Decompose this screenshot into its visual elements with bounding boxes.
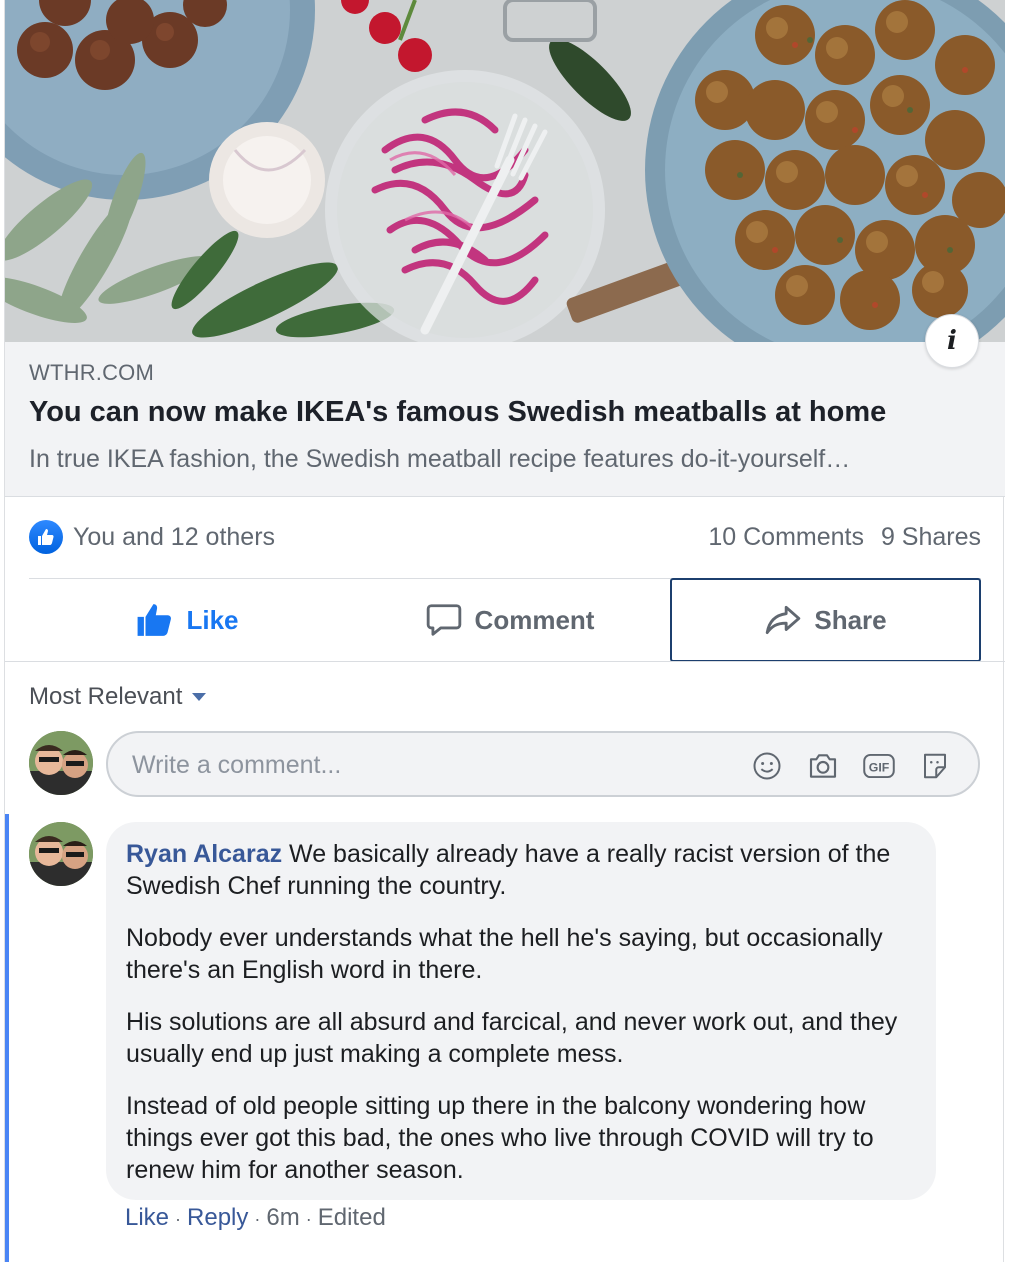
info-icon[interactable]: i <box>925 314 979 368</box>
share-label: Share <box>814 604 887 635</box>
caret-down-icon <box>192 693 207 701</box>
post-card: i WTHR.COM You can now make IKEA's famou… <box>4 0 1005 1262</box>
divider <box>5 661 1005 662</box>
thumbs-up-icon <box>138 604 172 636</box>
reactions-bar: You and 12 others 10 Comments 9 Shares <box>29 518 981 558</box>
comments-count[interactable]: 10 Comments <box>708 523 864 551</box>
comment-paragraph: Ryan Alcaraz We basically already have a… <box>126 838 914 902</box>
gif-icon[interactable]: GIF <box>862 749 896 783</box>
comment-label: Comment <box>474 604 595 635</box>
action-bar: Like Comment Share <box>29 578 981 662</box>
comment-actions: Like · Reply · 6m · Edited <box>125 1204 386 1232</box>
comment-sort-dropdown[interactable]: Most Relevant <box>29 683 207 711</box>
comment-paragraph: Nobody ever understands what the hell he… <box>126 924 883 984</box>
link-domain: WTHR.COM <box>29 360 155 385</box>
like-label: Like <box>186 604 239 635</box>
food-photo <box>5 0 1005 342</box>
svg-text:GIF: GIF <box>869 761 890 775</box>
comment-icon <box>426 604 461 636</box>
link-preview[interactable]: WTHR.COM You can now make IKEA's famous … <box>5 342 1005 497</box>
comment-highlight-bar <box>5 814 9 1262</box>
like-reaction-icon[interactable] <box>29 520 63 554</box>
comment-paragraph: Instead of old people sitting up there i… <box>126 1092 874 1184</box>
comment-button[interactable]: Comment <box>351 579 668 661</box>
comment-timestamp[interactable]: 6m <box>266 1204 299 1231</box>
avatar-photo <box>29 731 93 795</box>
separator: · <box>254 1209 261 1229</box>
reaction-summary[interactable]: You and 12 others <box>73 523 275 552</box>
comment-paragraph: His solutions are all absurd and farcica… <box>126 1008 898 1068</box>
comment-author-link[interactable]: Ryan Alcaraz <box>126 840 282 868</box>
camera-icon[interactable] <box>806 749 840 783</box>
comment-input[interactable] <box>130 747 734 783</box>
current-user-avatar[interactable] <box>29 731 93 795</box>
commenter-avatar[interactable] <box>29 822 93 886</box>
comment-composer: GIF <box>106 731 980 797</box>
share-button[interactable]: Share <box>670 578 981 662</box>
comment-like-link[interactable]: Like <box>125 1204 169 1231</box>
comment-bubble: Ryan Alcaraz We basically already have a… <box>106 822 936 1200</box>
separator: · <box>305 1209 312 1229</box>
comment-edited-label[interactable]: Edited <box>318 1204 386 1231</box>
link-preview-image[interactable] <box>5 0 1005 342</box>
sort-label: Most Relevant <box>29 683 183 710</box>
link-description: In true IKEA fashion, the Swedish meatba… <box>29 445 851 473</box>
like-button[interactable]: Like <box>29 579 346 661</box>
emoji-icon[interactable] <box>750 749 784 783</box>
shares-count[interactable]: 9 Shares <box>881 523 981 551</box>
sticker-icon[interactable] <box>918 749 952 783</box>
comment-reply-link[interactable]: Reply <box>187 1204 248 1231</box>
avatar-photo <box>29 822 93 886</box>
post-counts: 10 Comments 9 Shares <box>708 523 981 552</box>
link-title[interactable]: You can now make IKEA's famous Swedish m… <box>29 396 886 429</box>
separator: · <box>175 1209 182 1229</box>
share-icon <box>766 605 801 635</box>
